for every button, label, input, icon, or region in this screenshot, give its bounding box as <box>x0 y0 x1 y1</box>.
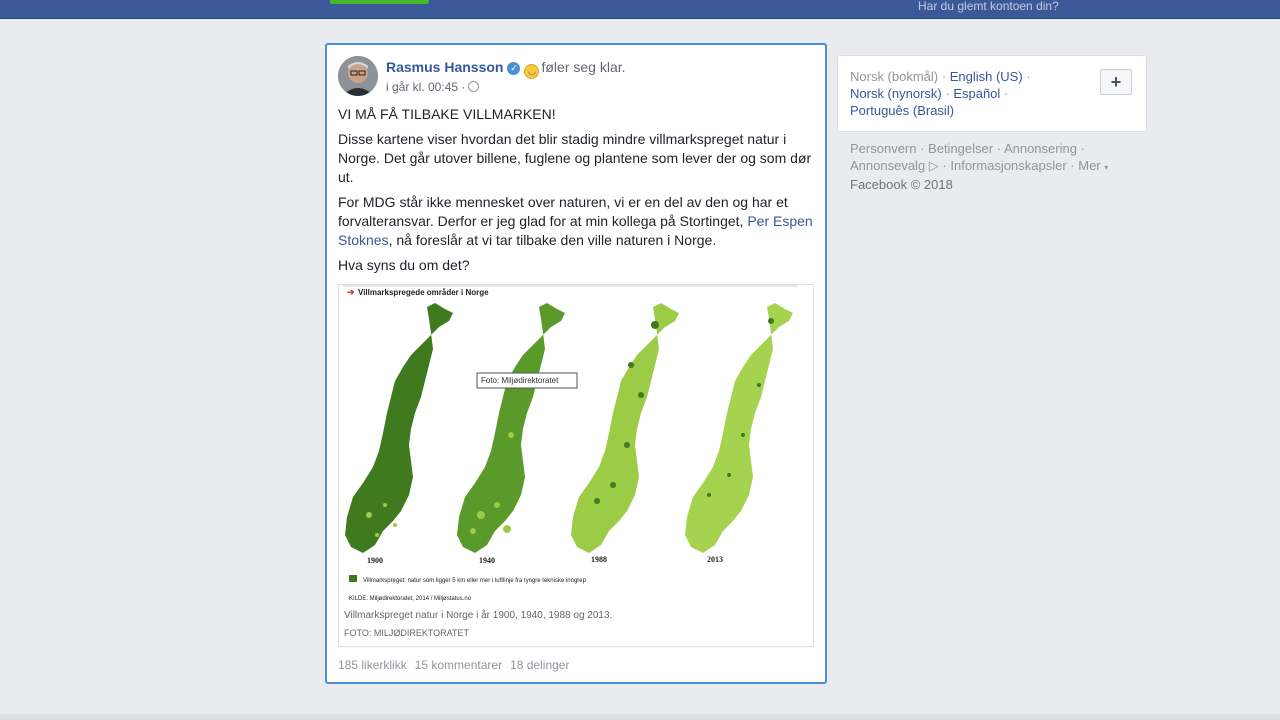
author-name[interactable]: Rasmus Hansson <box>386 59 503 75</box>
map-1940 <box>457 303 565 553</box>
map-2013 <box>685 303 793 553</box>
copyright: Facebook © 2018 <box>850 177 953 192</box>
footer-link-informasjonskapsler[interactable]: Informasjonskapsler <box>950 158 1066 173</box>
footer-link-mer[interactable]: Mer <box>1078 158 1100 173</box>
legend-swatch <box>349 575 357 582</box>
post-paragraph-3: For MDG står ikke mennesket over naturen… <box>338 193 815 250</box>
footer-link-annonsevalg[interactable]: Annonsevalg <box>850 158 925 173</box>
shares-count[interactable]: 18 delinger <box>510 658 569 672</box>
map-legend: Villmarkspreget: natur som ligger 5 km e… <box>363 578 587 584</box>
signup-button-edge[interactable] <box>330 0 429 4</box>
likes-count[interactable]: 185 likerklikk <box>338 658 407 672</box>
map-1988 <box>571 303 679 553</box>
year-label-1940: 1940 <box>479 556 495 565</box>
language-selector-box: Norsk (bokmål) · English (US) · Norsk (n… <box>837 55 1147 132</box>
caret-down-icon[interactable]: ▾ <box>1104 163 1108 172</box>
map-title: Villmarkspregede områder i Norge <box>358 288 489 297</box>
comments-count[interactable]: 15 kommentarer <box>415 658 502 672</box>
post-paragraph-4: Hva syns du om det? <box>338 257 470 273</box>
language-link-espanol[interactable]: Español <box>953 86 1000 101</box>
author-avatar[interactable] <box>338 56 378 96</box>
post-text: VI MÅ FÅ TILBAKE VILLMARKEN! Disse karte… <box>338 105 815 281</box>
smiley-emoji-icon: ◡ <box>524 64 540 79</box>
year-label-2013: 2013 <box>707 555 723 564</box>
feeling-text: føler seg klar. <box>541 59 626 75</box>
footer-link-betingelser[interactable]: Betingelser <box>928 141 993 156</box>
year-label-1900: 1900 <box>367 556 383 565</box>
map-arrow-icon: ➔ <box>347 287 355 297</box>
post-stats: 185 likerklikk 15 kommentarer 18 delinger <box>338 658 577 672</box>
post-card: Rasmus Hansson ✓ ◡ føler seg klar. i går kl… <box>325 43 827 684</box>
language-link-portugues[interactable]: Português (Brasil) <box>850 103 954 118</box>
post-photo[interactable]: ➔ Villmarkspregede områder i Norge Foto:… <box>338 284 814 647</box>
language-list: Norsk (bokmål) · English (US) · Norsk (n… <box>850 69 1031 118</box>
plus-icon[interactable]: + <box>1100 69 1132 95</box>
map-caption: Villmarkspreget natur i Norge i år 1900,… <box>344 609 612 621</box>
adchoices-icon: ▷ <box>928 158 939 173</box>
top-navigation-bar: Har du glemt kontoen din? <box>0 0 1280 19</box>
paragraph-3-end: , nå foreslår at vi tar tilbake den vill… <box>388 232 717 248</box>
map-1900 <box>345 303 453 553</box>
language-link-nynorsk[interactable]: Norsk (nynorsk) <box>850 86 942 101</box>
forgot-account-link[interactable]: Har du glemt kontoen din? <box>918 0 1059 12</box>
map-source: KILDE: Miljødirektoratet, 2014 / Miljøst… <box>349 596 472 602</box>
verified-badge-icon: ✓ <box>507 62 521 75</box>
post-paragraph-2: Disse kartene viser hvordan det blir sta… <box>338 131 812 185</box>
post-header: Rasmus Hansson ✓ ◡ føler seg klar. <box>386 58 626 79</box>
language-link-english[interactable]: English (US) <box>950 69 1023 84</box>
bottom-bar <box>0 714 1280 720</box>
footer-links: Personvern · Betingelser · Annonsering ·… <box>850 141 1109 192</box>
year-label-1988: 1988 <box>591 555 607 564</box>
footer-link-annonsering[interactable]: Annonsering <box>1004 141 1077 156</box>
paragraph-3-start: For MDG står ikke mennesket over naturen… <box>338 194 788 229</box>
post-timestamp[interactable]: i går kl. 00:45 · <box>386 80 465 94</box>
map-photo-credit: FOTO: MILJØDIREKTORATET <box>344 628 470 638</box>
globe-icon[interactable] <box>468 81 480 92</box>
footer-link-personvern[interactable]: Personvern <box>850 141 916 156</box>
current-language: Norsk (bokmål) · <box>850 69 947 84</box>
post-meta: i går kl. 00:45 · <box>386 80 480 94</box>
post-paragraph-1: VI MÅ FÅ TILBAKE VILLMARKEN! <box>338 106 556 122</box>
photo-credit-box: Foto: Miljødirektoratet <box>481 376 559 385</box>
